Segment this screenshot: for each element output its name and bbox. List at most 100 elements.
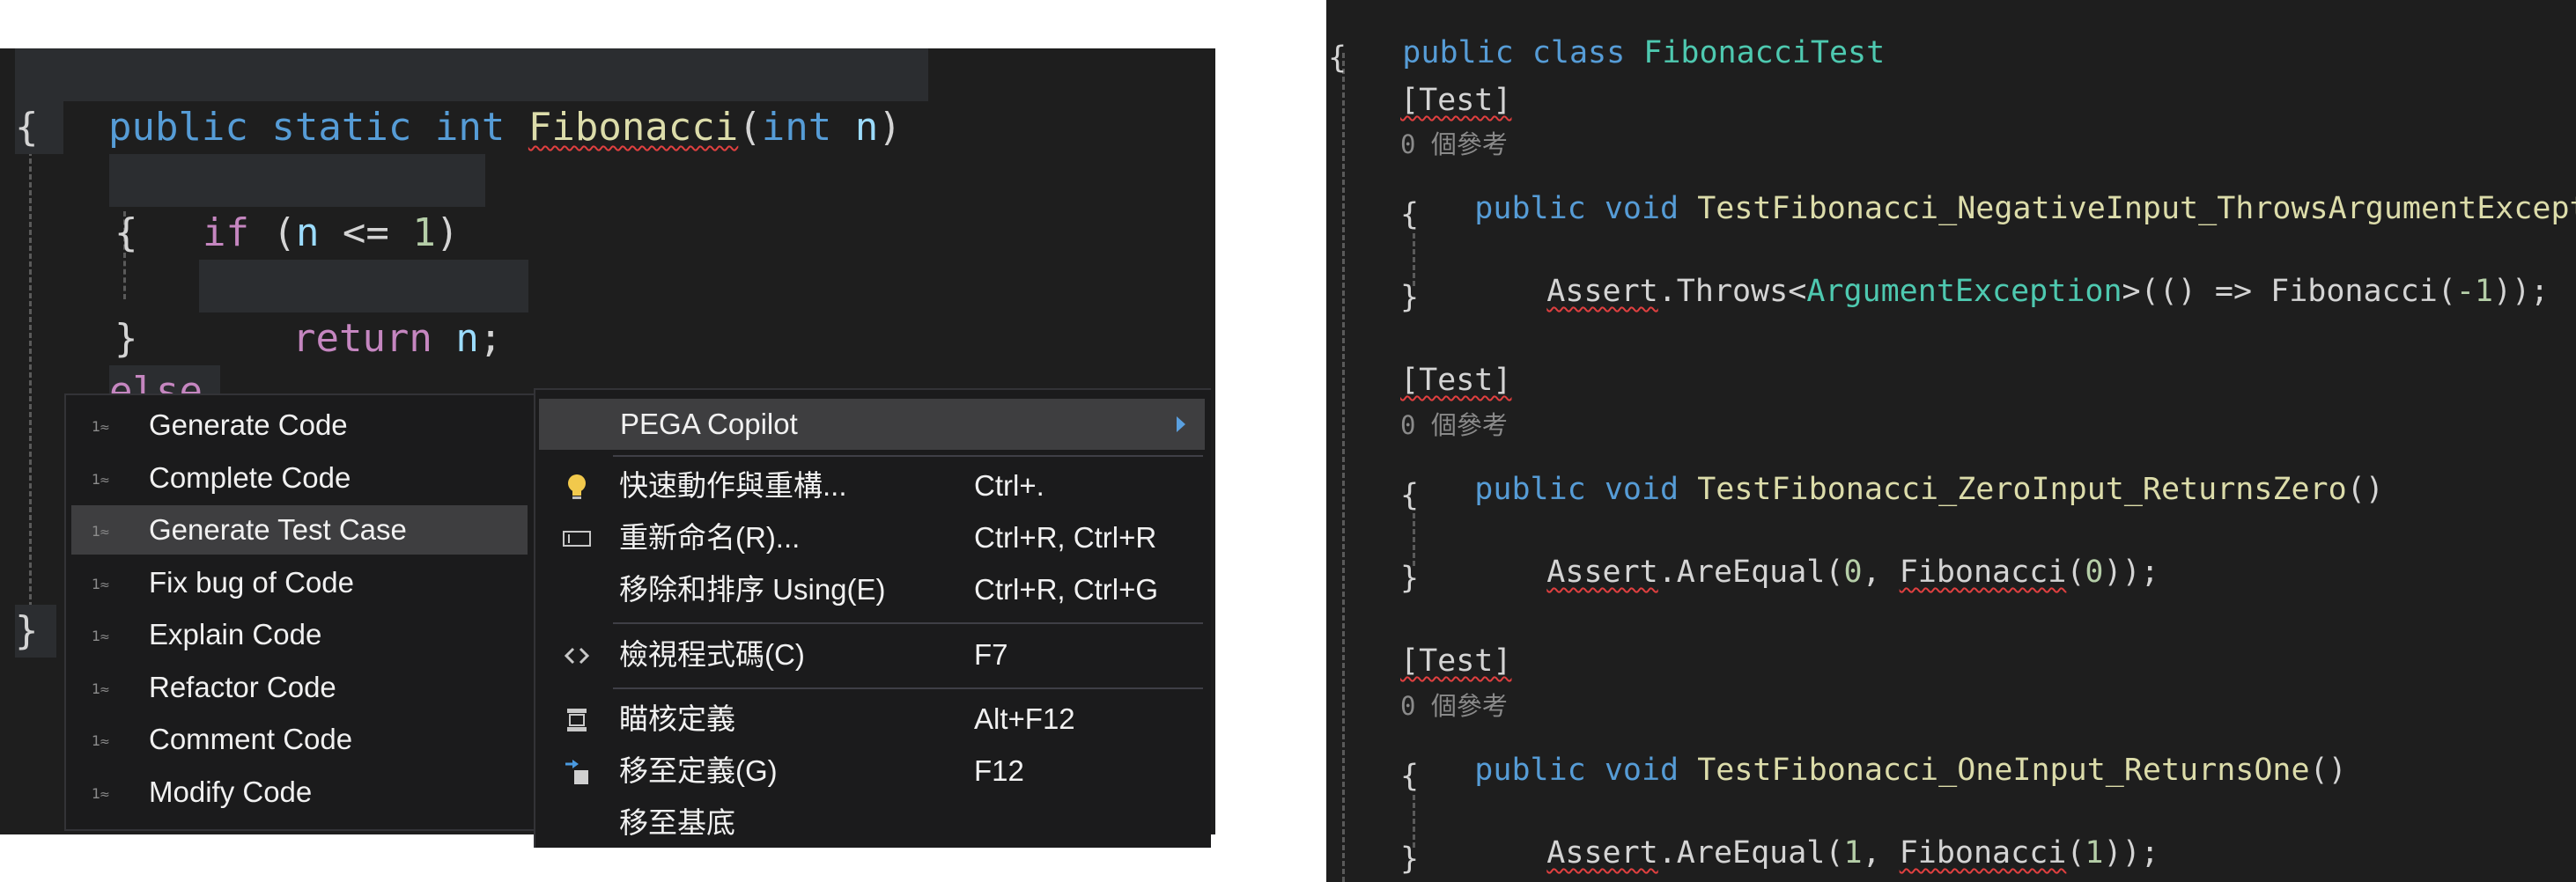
right-code-editor[interactable]: public class FibonacciTest { [Test] 0 個參… bbox=[1326, 0, 2576, 882]
menu-item-label: Explain Code bbox=[149, 618, 322, 650]
method-close-brace[interactable]: } bbox=[1400, 842, 1419, 877]
number: 0 bbox=[2085, 555, 2104, 590]
reference-count-label: 0 個參考 bbox=[1400, 410, 1508, 440]
keyword: void bbox=[1604, 472, 1679, 507]
code-fragment: .AreEqual( bbox=[1657, 835, 1844, 871]
menu-item-generate-test-case[interactable]: 1 ≈ Generate Test Case bbox=[71, 505, 528, 555]
method-close-brace[interactable]: } bbox=[1400, 280, 1419, 315]
menu-item-view-code[interactable]: 檢視程式碼(C) F7 bbox=[539, 629, 1205, 680]
test-attribute-line[interactable]: [Test] bbox=[1400, 643, 1511, 679]
keyword: public bbox=[1474, 753, 1586, 788]
inner-open-brace-line[interactable]: { bbox=[114, 207, 138, 260]
code-fragment: )); bbox=[2493, 274, 2550, 309]
menu-item-label: Generate Test Case bbox=[149, 513, 407, 546]
ai-icon: 1≈ bbox=[92, 732, 110, 749]
svg-text:≈: ≈ bbox=[100, 421, 110, 435]
menu-item-go-to-definition[interactable]: 移至定義(G) F12 bbox=[539, 746, 1205, 797]
number: 1 bbox=[2085, 835, 2104, 871]
pega-copilot-submenu: 1 ≈ Generate Code 1 ≈ Complete Code 1 ≈ Gen… bbox=[64, 393, 539, 831]
menu-item-pega-copilot[interactable]: PEGA Copilot bbox=[539, 399, 1205, 450]
assert-class: Assert bbox=[1546, 835, 1658, 871]
method-name: TestFibonacci_OneInput_ReturnsOne bbox=[1697, 753, 2310, 788]
ai-icon: 1≈ bbox=[92, 471, 110, 488]
menu-item-label: Modify Code bbox=[149, 775, 313, 808]
keyword: public bbox=[1474, 191, 1586, 226]
brace: } bbox=[1400, 842, 1420, 877]
menu-item-label: 移至基底 bbox=[619, 806, 735, 839]
keyword: if bbox=[202, 210, 249, 255]
close-brace-line[interactable]: } bbox=[15, 605, 56, 658]
variable: n bbox=[455, 316, 479, 361]
editor-context-menu: PEGA Copilot 快速動作與重構... Ctrl+. 重新命名(R)..… bbox=[534, 388, 1211, 848]
brace: } bbox=[1400, 280, 1420, 315]
code-fragment: .AreEqual( bbox=[1657, 555, 1844, 590]
menu-item-label: 移至定義(G) bbox=[619, 754, 778, 787]
menu-item-rename[interactable]: 重新命名(R)... Ctrl+R, Ctrl+R bbox=[539, 512, 1205, 563]
code-fragment: )); bbox=[2103, 835, 2159, 871]
assert-class: Assert bbox=[1546, 555, 1658, 590]
number: 1 bbox=[412, 210, 436, 255]
menu-item-generate-code[interactable]: 1 ≈ Generate Code bbox=[71, 401, 528, 450]
menu-item-label: Fix bug of Code bbox=[149, 566, 354, 599]
method-close-brace[interactable]: } bbox=[1400, 561, 1419, 596]
brace: } bbox=[15, 608, 39, 653]
menu-item-comment-code[interactable]: 1 ≈ Comment Code bbox=[71, 715, 528, 764]
brace: { bbox=[1328, 40, 1347, 76]
parameter: n bbox=[854, 105, 879, 150]
menu-item-explain-code[interactable]: 1 ≈ Explain Code bbox=[71, 610, 528, 659]
punct: ; bbox=[478, 316, 503, 361]
punct: ( bbox=[248, 210, 296, 255]
if-line[interactable]: if (n <= 1) bbox=[109, 154, 486, 255]
menu-item-label: 瞄核定義 bbox=[619, 702, 735, 735]
test-attribute-line[interactable]: [Test] bbox=[1400, 363, 1511, 398]
svg-text:≈: ≈ bbox=[100, 526, 110, 540]
keyword: int bbox=[434, 105, 506, 150]
brace: } bbox=[114, 316, 138, 361]
method-open-brace[interactable]: { bbox=[1400, 478, 1419, 513]
method-call: Fibonacci bbox=[1899, 835, 2067, 871]
menu-item-label: 快速動作與重構... bbox=[619, 469, 847, 502]
inner-close-brace-line[interactable]: } bbox=[114, 312, 138, 365]
method-name: TestFibonacci_NegativeInput_ThrowsArgume… bbox=[1697, 191, 2576, 226]
menu-item-quick-actions[interactable]: 快速動作與重構... Ctrl+. bbox=[539, 460, 1205, 511]
number: -1 bbox=[2455, 274, 2493, 309]
method-open-brace[interactable]: { bbox=[1400, 759, 1419, 794]
assert-line[interactable]: Assert.AreEqual(0, Fibonacci(0)); bbox=[1473, 519, 2159, 625]
open-brace-line[interactable]: { bbox=[15, 101, 63, 154]
menu-item-shortcut: F7 bbox=[974, 638, 1008, 671]
keyword: public bbox=[1402, 35, 1514, 70]
return-line[interactable]: return n; bbox=[199, 260, 529, 361]
menu-item-remove-sort-usings[interactable]: 移除和排序 Using(E) Ctrl+R, Ctrl+G bbox=[539, 564, 1205, 615]
punct: ) bbox=[878, 105, 902, 150]
operator: <= bbox=[319, 210, 413, 255]
menu-item-refactor-code[interactable]: 1 ≈ Refactor Code bbox=[71, 663, 528, 712]
keyword: class bbox=[1532, 35, 1626, 70]
menu-item-modify-code[interactable]: 1 ≈ Modify Code bbox=[71, 768, 528, 817]
svg-text:≈: ≈ bbox=[100, 788, 110, 802]
exception-type: ArgumentException bbox=[1806, 274, 2122, 309]
menu-item-peek-definition[interactable]: 瞄核定義 Alt+F12 bbox=[539, 694, 1205, 745]
brace: { bbox=[1400, 197, 1420, 232]
method-open-brace[interactable]: { bbox=[1400, 197, 1419, 232]
menu-item-complete-code[interactable]: 1 ≈ Complete Code bbox=[71, 453, 528, 503]
method-signature-line[interactable]: public static int Fibonacci(int n) bbox=[15, 48, 928, 150]
brace: { bbox=[114, 210, 138, 255]
reference-count-label: 0 個參考 bbox=[1400, 691, 1508, 721]
menu-separator bbox=[613, 455, 1203, 457]
svg-text:≈: ≈ bbox=[100, 630, 110, 644]
code-fragment: ( bbox=[2066, 555, 2085, 590]
menu-item-fix-bug[interactable]: 1 ≈ Fix bug of Code bbox=[71, 558, 528, 607]
class-open-brace[interactable]: { bbox=[1328, 40, 1347, 76]
assert-class: Assert bbox=[1546, 274, 1658, 309]
menu-separator bbox=[613, 622, 1203, 624]
test-attribute: [Test] bbox=[1400, 643, 1512, 679]
code-fragment: )); bbox=[2103, 555, 2159, 590]
assert-line[interactable]: Assert.Throws<ArgumentException>(() => F… bbox=[1473, 239, 2549, 344]
test-attribute-line[interactable]: [Test] bbox=[1400, 83, 1511, 118]
submenu-arrow-icon bbox=[1177, 416, 1185, 432]
code-icon bbox=[564, 647, 590, 665]
menu-item-go-to-base[interactable]: 移至基底 bbox=[539, 797, 1205, 848]
ai-icon: 1≈ bbox=[92, 785, 110, 802]
menu-item-shortcut: F12 bbox=[974, 754, 1024, 787]
assert-line[interactable]: Assert.AreEqual(1, Fibonacci(1)); bbox=[1473, 800, 2159, 882]
